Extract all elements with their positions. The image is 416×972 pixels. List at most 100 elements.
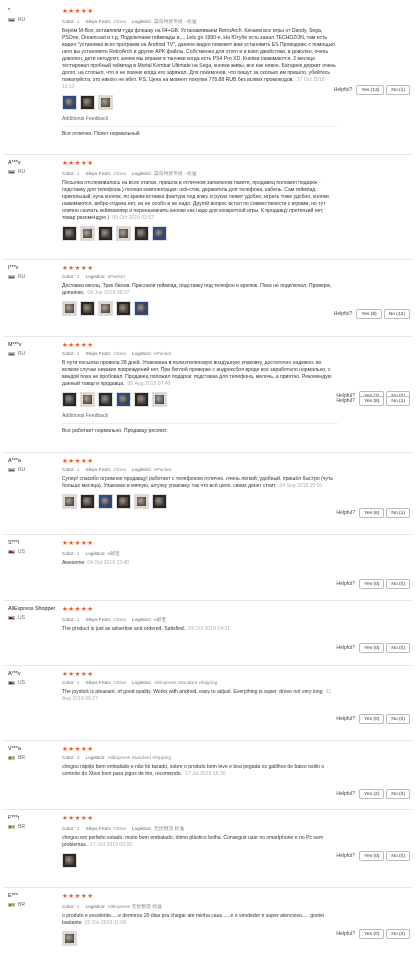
review-photo-thumbnail[interactable]: [80, 301, 95, 316]
review-photo-thumbnail[interactable]: [134, 301, 149, 316]
review-photo-thumbnail[interactable]: [80, 494, 95, 509]
helpful-label: Helpful?: [336, 791, 356, 797]
reviewer-info: V***a BR: [8, 746, 60, 761]
review-photo-thumbnail[interactable]: [62, 494, 77, 509]
helpful-votes: Helpful? Yes (6) No (1): [336, 508, 410, 518]
logistics-value: AliExpress Standard Shipping: [107, 756, 171, 761]
reviewer-info: A***v US: [8, 671, 60, 686]
logistics-label: Logistics:: [85, 275, 106, 280]
ships-from-value: China: [113, 172, 126, 177]
review-photo-thumbnail[interactable]: [62, 392, 77, 407]
logistics-value: 菜鸟特货专线 - 标准: [153, 20, 197, 25]
review-photo-thumbnail[interactable]: [98, 226, 113, 241]
review-photo-thumbnail[interactable]: [80, 226, 95, 241]
review-divider: [4, 154, 412, 155]
review-date: 04 Oct 2019 13:40: [87, 560, 130, 566]
ships-from-label: Ships From:: [85, 352, 112, 357]
country-flag-icon: [8, 274, 15, 280]
review-item: M***v RU ★★★★★ Color: 1 Ships From: China Logis…: [6, 342, 410, 434]
helpful-no-button[interactable]: No (0): [386, 851, 410, 861]
helpful-yes-button[interactable]: Yes (0): [359, 579, 385, 589]
reviewer-name: AliExpress Shopper: [8, 606, 56, 612]
review-photo-thumbnail[interactable]: [98, 494, 113, 509]
color-label: Color:: [62, 275, 75, 280]
review-photo-thumbnail[interactable]: [134, 494, 149, 509]
review-text: Посылка отслеживалась на всех этапах, пр…: [62, 180, 338, 222]
ships-from-value: China: [113, 681, 126, 686]
review-content: Посылка отслеживалась на всех этапах, пр…: [62, 180, 329, 221]
review-item: V***a BR ★★★★★ Color: 3 Logistics: AliExpress …: [6, 746, 410, 799]
review-photo-thumbnail[interactable]: [98, 95, 113, 110]
review-body: ★★★★★ Color: 1 Ships From: China Logistics: e邮…: [62, 606, 338, 633]
ships-from-label: Ships From:: [85, 827, 112, 832]
star-rating: ★★★★★: [62, 160, 94, 167]
review-photo-thumbnail[interactable]: [98, 301, 113, 316]
review-date: 05 Aug 2019 07:40: [127, 381, 171, 387]
review-item: F***r BR ★★★★★ Color: 1 Ships From: China Logis…: [6, 815, 410, 868]
helpful-no-button[interactable]: No (0): [386, 714, 410, 724]
review-photo-thumbnail[interactable]: [80, 95, 95, 110]
helpful-yes-button[interactable]: Yes (0): [359, 851, 385, 861]
review-date: 27 Jul 2019 15:30: [185, 771, 226, 777]
review-body: ★★★★★ Color: 1 Ships From: China Logistics: 菜鸟…: [62, 160, 338, 241]
color-label: Color:: [62, 681, 75, 686]
review-photo-thumbnail[interactable]: [152, 392, 167, 407]
review-photo-thumbnail[interactable]: [152, 226, 167, 241]
country-code: BR: [18, 755, 25, 761]
helpful-yes-button[interactable]: Yes (8): [356, 309, 382, 319]
reviewer-country: BR: [8, 755, 60, 761]
country-code: RU: [18, 274, 26, 280]
helpful-yes-button[interactable]: Yes (0): [359, 714, 385, 724]
helpful-no-button[interactable]: No (0): [386, 579, 410, 589]
helpful-yes-button[interactable]: Yes (0): [359, 643, 385, 653]
helpful-yes-button[interactable]: Yes (2): [359, 789, 385, 799]
order-info: Color: 1 Logistics: AliExpress 无忧物流-标准: [62, 903, 338, 910]
reviewer-name: A***a: [8, 458, 21, 464]
reviewer-name: M***v: [8, 342, 22, 348]
review-photo-thumbnail[interactable]: [134, 392, 149, 407]
review-item: A***a RU ★★★★★ Color: 1 Ships From: China Logis…: [6, 458, 410, 518]
review-photo-thumbnail[interactable]: [98, 392, 113, 407]
review-photo-thumbnail[interactable]: [152, 494, 167, 509]
review-photo-thumbnail[interactable]: [116, 494, 131, 509]
review-photo-thumbnail[interactable]: [80, 392, 95, 407]
review-content: The product is just as advertise and ord…: [62, 626, 186, 632]
review-photo-thumbnail[interactable]: [62, 226, 77, 241]
review-photo-thumbnail[interactable]: [116, 301, 131, 316]
country-code: RU: [18, 351, 26, 357]
helpful-no-button[interactable]: No (1): [386, 85, 410, 95]
review-date: 17 Oct 2019 09:05: [90, 842, 133, 848]
logistics-value: 菜鸟特货专线 - 标准: [153, 172, 197, 177]
star-rating: ★★★★★: [62, 265, 94, 272]
review-date: 09 Oct 2019 02:57: [112, 215, 155, 221]
country-flag-icon: [8, 549, 15, 555]
helpful-votes: Helpful? Yes (13) No (1): [334, 85, 410, 95]
review-photo-thumbnail[interactable]: [62, 95, 77, 110]
helpful-yes-button[interactable]: Yes (8): [359, 396, 385, 406]
country-code: RU: [18, 467, 26, 473]
review-text: o produto e excelente.....e demorou 20 d…: [62, 913, 338, 927]
reviewer-info: S***l US: [8, 540, 60, 555]
helpful-no-button[interactable]: No (1): [386, 396, 410, 406]
review-content: Awesome: [62, 560, 85, 566]
review-divider: [4, 534, 412, 535]
helpful-yes-button[interactable]: Yes (6): [359, 508, 385, 518]
helpful-no-button[interactable]: No (0): [386, 929, 410, 939]
review-photo-thumbnail[interactable]: [62, 301, 77, 316]
review-photo-thumbnail[interactable]: [62, 853, 77, 868]
helpful-no-button[interactable]: No (0): [386, 643, 410, 653]
logistics-label: Logistics:: [131, 827, 152, 832]
review-photo-thumbnail[interactable]: [62, 931, 77, 946]
review-content: В пути посылка провела 28 дней. Упакован…: [62, 360, 332, 387]
helpful-yes-button[interactable]: Yes (13): [356, 85, 385, 95]
review-photo-thumbnail[interactable]: [116, 392, 131, 407]
helpful-no-button[interactable]: No (1): [386, 508, 410, 518]
star-rating: ★★★★★: [62, 342, 94, 349]
review-photo-thumbnail[interactable]: [116, 226, 131, 241]
helpful-no-button[interactable]: No (0): [386, 789, 410, 799]
review-body: ★★★★★ Color: 1 Ships From: China Logistics: 无忧…: [62, 815, 338, 868]
helpful-no-button[interactable]: No (12): [383, 309, 410, 319]
star-rating: ★★★★★: [62, 606, 94, 613]
helpful-yes-button[interactable]: Yes (0): [359, 929, 385, 939]
review-photo-thumbnail[interactable]: [134, 226, 149, 241]
